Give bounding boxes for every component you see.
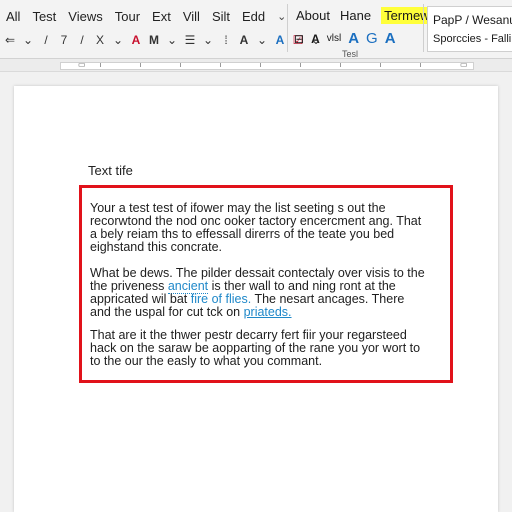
document-title[interactable]: Text tife [88,163,133,178]
menu-item-tour[interactable]: Tour [115,9,140,24]
font-a-button[interactable]: A [348,30,359,47]
menu-item-silt[interactable]: Silt [212,9,230,24]
menu-item-ext[interactable]: Ext [152,9,171,24]
style-dropdown-icon[interactable]: ⌄ [256,31,268,49]
text-run: the priveness [90,279,168,293]
ruler-tick [220,63,221,67]
menu-bar: All Test Views Tour Ext Vill Silt Edd ⌄ [6,6,286,26]
font-color-button[interactable]: A [130,31,142,49]
ruler-tick [180,63,181,67]
font-g-button[interactable]: G [366,30,378,47]
style-option-2[interactable]: Sporccies - Falli [433,33,511,45]
vlsl-button[interactable]: vlsl [327,33,341,44]
menu-item-vill[interactable]: Vill [183,9,200,24]
highlight-button[interactable]: A [274,31,286,49]
text-run: The nesart ancages. There [251,292,405,306]
table-icon[interactable]: ⊟ [294,32,304,46]
ribbon: All Test Views Tour Ext Vill Silt Edd ⌄ … [0,0,512,59]
text-run: is ther wall to and ning ront at the [208,279,396,293]
formatting-toolbar: ⇐ ⌄ / 7 / X ⌄ A M ⌄ ☰ ⌄ ⁞ A ⌄ A ☑ ⌄ [4,30,328,50]
text-run: eighstand this concrate. [90,240,223,254]
list-dropdown-icon[interactable]: ⌄ [202,31,214,49]
ruler-tick [380,63,381,67]
ribbon-divider [423,4,424,52]
style-option-1[interactable]: PapP / Wesanu [433,13,512,27]
styles-gallery[interactable]: PapP / Wesanu Sporccies - Falli [427,6,512,52]
ruler-indent-marker-icon[interactable]: ▭ [78,60,86,69]
text-box[interactable]: Your a test test of ifower may the list … [79,185,453,383]
ribbon-divider [287,4,288,52]
text-line: to the our the easly to what you commant… [90,355,446,368]
text-run: and the uspal for cut tck on [90,305,244,319]
hyperlink[interactable]: fire of flies. [191,292,251,306]
menu-item-edd[interactable]: Edd [242,9,265,24]
bold-m-button[interactable]: M [148,31,160,49]
ruler-tick [260,63,261,67]
text-run: appricated wil bat [90,292,191,306]
m-dropdown-icon[interactable]: ⌄ [166,31,178,49]
text-run: Your a test test of ifower may the list … [90,201,386,215]
tab-hane[interactable]: Hane [340,8,371,23]
text-run: What be dews. The pilder dessait contect… [90,266,425,280]
text-line: and the uspal for cut tck on priateds. [90,306,446,319]
tab-termew[interactable]: Termew [381,7,433,24]
slash-button[interactable]: / [76,31,88,49]
paragraph[interactable]: That are it the thwer pestr decarry fert… [90,329,446,368]
hyperlink[interactable]: priateds. [244,305,292,319]
font-size-button[interactable]: 7 [58,31,70,49]
word-processor-window: All Test Views Tour Ext Vill Silt Edd ⌄ … [0,0,512,512]
document-page[interactable]: Text tife Your a test test of ifower may… [14,86,498,512]
ruler-tick [420,63,421,67]
ruler-right-indent-marker-icon[interactable]: ▭ [460,60,468,69]
ribbon-group-label: Tesl [342,49,359,59]
text-run: That are it the thwer pestr decarry fert… [90,328,407,342]
ruler-tick [100,63,101,67]
format-dropdown-icon[interactable]: ⌄ [112,31,124,49]
tab-about[interactable]: About [296,8,330,23]
text-a-button[interactable]: A [311,32,320,46]
ribbon-group-about: About Hane Termew ⊟ A vlsl A G A Tesl [292,0,433,59]
paragraph[interactable]: Your a test test of ifower may the list … [90,202,446,254]
ruler-tick [140,63,141,67]
undo-dropdown-icon[interactable]: ⌄ [22,31,34,49]
clear-format-button[interactable]: X [94,31,106,49]
text-run: recorwtond the nod onc ooker tactory enc… [90,214,422,228]
chevron-down-icon[interactable]: ⌄ [277,10,286,23]
italic-button[interactable]: / [40,31,52,49]
text-style-button[interactable]: A [238,31,250,49]
menu-item-views[interactable]: Views [68,9,102,24]
ruler-tick [340,63,341,67]
text-run: hack on the saraw be aopparting of the r… [90,341,421,355]
undo-icon[interactable]: ⇐ [4,31,16,49]
text-line: eighstand this concrate. [90,241,446,254]
font-a-large-button[interactable]: A [385,30,396,47]
menu-item-test[interactable]: Test [32,9,56,24]
paragraph[interactable]: What be dews. The pilder dessait contect… [90,267,446,319]
ruler: ▭ ▭ [0,59,512,72]
text-run: a bely reiam ths to effessall direrrs of… [90,227,395,241]
ruler-tick [300,63,301,67]
align-icon[interactable]: ⁞ [220,31,232,49]
ruler-track [60,62,474,70]
text-run: to the our the easly to what you commant… [90,354,323,368]
menu-item-all[interactable]: All [6,9,20,24]
bullet-list-icon[interactable]: ☰ [184,31,196,49]
